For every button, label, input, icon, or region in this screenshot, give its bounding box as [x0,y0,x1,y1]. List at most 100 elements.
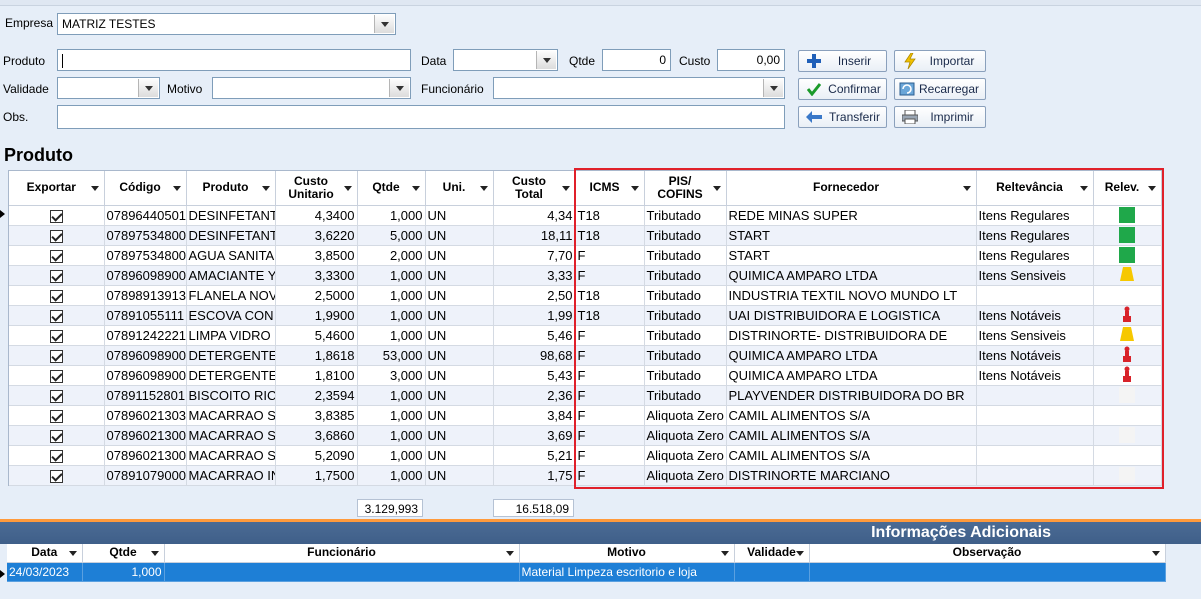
info-col-header-validade[interactable]: Validade [734,544,810,563]
checkbox-checked-icon[interactable] [49,449,63,463]
chevron-down-icon[interactable] [374,15,394,33]
info-col-header-motivo[interactable]: Motivo [519,544,735,563]
checkbox-checked-icon[interactable] [49,249,63,263]
exportar-checkbox-cell[interactable] [9,345,105,366]
cell-qtde: 1,000 [357,285,426,306]
sort-arrow-icon[interactable] [68,551,77,556]
transfer-arrows-icon [805,109,823,125]
importar-button[interactable]: Importar [894,50,986,72]
checkbox-checked-icon[interactable] [49,469,63,483]
recarregar-button[interactable]: Recarregar [894,78,986,100]
total-qtde: 3.129,993 [357,499,423,517]
col-header-exportar[interactable]: Exportar [9,171,105,206]
checkbox-checked-icon[interactable] [49,369,63,383]
cell-custo-unitario: 3,8385 [275,405,358,426]
checkbox-checked-icon[interactable] [49,269,63,283]
sort-arrow-icon[interactable] [479,186,488,191]
exportar-checkbox-cell[interactable] [9,465,105,486]
col-header-qtde[interactable]: Qtde [357,171,426,206]
info-observacao [809,562,1166,582]
confirmar-label: Confirmar [828,82,881,96]
exportar-checkbox-cell[interactable] [9,425,105,446]
checkbox-checked-icon[interactable] [49,209,63,223]
col-header-codigo[interactable]: Código [104,171,187,206]
checkbox-checked-icon[interactable] [49,409,63,423]
cell-codigo: 07896098900 [104,265,187,286]
cell-custo-total: 3,84 [493,405,576,426]
chevron-down-icon[interactable] [389,79,409,97]
col-header-label: Custo Total [512,173,546,201]
info-row-selected[interactable]: 24/03/2023 1,000 Material Limpeza escrit… [7,562,1166,582]
sort-arrow-icon[interactable] [172,186,181,191]
checkbox-checked-icon[interactable] [49,349,63,363]
checkbox-checked-icon[interactable] [49,389,63,403]
chevron-down-icon[interactable] [763,79,783,97]
cell-uni: UN [425,345,494,366]
highlight-rectangle [574,168,1164,489]
checkbox-checked-icon[interactable] [49,309,63,323]
cell-produto: DETERGENTE [186,345,276,366]
cell-uni: UN [425,285,494,306]
obs-input[interactable] [57,105,785,129]
checkbox-checked-icon[interactable] [49,289,63,303]
cell-custo-total: 98,68 [493,345,576,366]
exportar-checkbox-cell[interactable] [9,285,105,306]
funcionario-select[interactable] [493,77,785,99]
motivo-select[interactable] [212,77,411,99]
col-header-custo-total[interactable]: Custo Total [493,171,576,206]
transferir-button[interactable]: Transferir [798,106,887,128]
sort-arrow-icon[interactable] [505,551,514,556]
produto-input[interactable] [57,49,411,71]
inserir-button[interactable]: Inserir [798,50,887,72]
custo-input[interactable]: 0,00 [717,49,785,71]
check-icon [805,81,823,97]
sort-arrow-icon[interactable] [150,551,159,556]
validade-select[interactable] [57,77,160,99]
info-col-header-qtde[interactable]: Qtde [82,544,165,563]
checkbox-checked-icon[interactable] [49,429,63,443]
sort-arrow-icon[interactable] [795,551,804,556]
info-grid[interactable]: Data Qtde Funcionário Motivo Validade Observa… [0,544,1201,599]
cell-qtde: 3,000 [357,365,426,386]
sort-arrow-icon[interactable] [561,186,570,191]
col-header-uni[interactable]: Uni. [425,171,494,206]
sort-arrow-icon[interactable] [720,551,729,556]
cell-custo-total: 18,11 [493,225,576,246]
funcionario-label: Funcionário [421,82,484,96]
qtde-input[interactable]: 0 [602,49,671,71]
col-header-produto[interactable]: Produto [186,171,276,206]
exportar-checkbox-cell[interactable] [9,325,105,346]
cell-uni: UN [425,225,494,246]
exportar-checkbox-cell[interactable] [9,405,105,426]
info-col-header-observacao[interactable]: Observação [809,544,1166,563]
sort-arrow-icon[interactable] [261,186,270,191]
sort-arrow-icon[interactable] [343,186,352,191]
exportar-checkbox-cell[interactable] [9,245,105,266]
exportar-checkbox-cell[interactable] [9,445,105,466]
col-header-label: Produto [202,180,249,195]
sort-arrow-icon[interactable] [411,186,420,191]
col-header-label: Data [31,545,58,560]
cell-produto: MACARRAO S [186,405,276,426]
confirmar-button[interactable]: Confirmar [798,78,887,100]
chevron-down-icon[interactable] [138,79,158,97]
imprimir-button[interactable]: Imprimir [894,106,986,128]
checkbox-checked-icon[interactable] [49,329,63,343]
col-header-custo-unitario[interactable]: Custo Unitario [275,171,358,206]
sort-arrow-icon[interactable] [1151,551,1160,556]
cell-uni: UN [425,245,494,266]
checkbox-checked-icon[interactable] [49,229,63,243]
exportar-checkbox-cell[interactable] [9,225,105,246]
exportar-checkbox-cell[interactable] [9,205,105,226]
data-picker[interactable] [453,49,558,71]
exportar-checkbox-cell[interactable] [9,365,105,386]
exportar-checkbox-cell[interactable] [9,305,105,326]
empresa-select[interactable]: MATRIZ TESTES [57,13,396,35]
cell-qtde: 1,000 [357,405,426,426]
info-col-header-data[interactable]: Data [7,544,83,563]
exportar-checkbox-cell[interactable] [9,265,105,286]
sort-arrow-icon[interactable] [90,186,99,191]
exportar-checkbox-cell[interactable] [9,385,105,406]
chevron-down-icon[interactable] [536,51,556,69]
info-col-header-funcionario[interactable]: Funcionário [164,544,520,563]
